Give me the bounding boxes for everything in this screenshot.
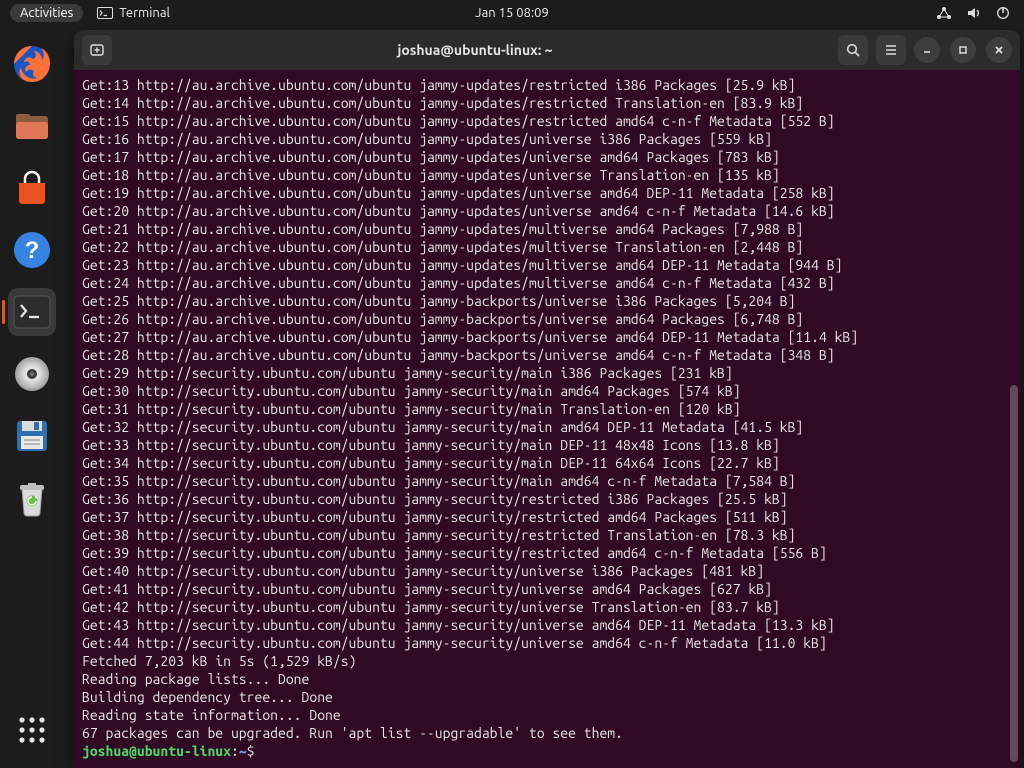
app-menu[interactable]: Terminal: [97, 6, 170, 20]
dock: ?: [0, 26, 64, 768]
window-close-button[interactable]: [986, 37, 1012, 63]
dock-disks[interactable]: [8, 350, 56, 398]
terminal-headerbar: joshua@ubuntu-linux: ~: [74, 30, 1020, 70]
dock-trash[interactable]: [8, 474, 56, 522]
new-tab-button[interactable]: [82, 35, 112, 65]
terminal-scrollbar[interactable]: [1010, 76, 1018, 762]
network-icon[interactable]: [936, 6, 952, 20]
scrollbar-thumb[interactable]: [1010, 385, 1018, 762]
dock-help[interactable]: ?: [8, 226, 56, 274]
app-menu-label: Terminal: [119, 6, 170, 20]
dock-firefox[interactable]: [8, 40, 56, 88]
dock-files[interactable]: [8, 102, 56, 150]
apps-grid-button[interactable]: [8, 706, 56, 754]
terminal-output: Get:13 http://au.archive.ubuntu.com/ubun…: [82, 76, 1012, 742]
terminal-prompt-line: joshua@ubuntu-linux:~$: [82, 742, 1012, 760]
gnome-topbar: Activities Terminal Jan 15 08:09: [0, 0, 1024, 26]
terminal-indicator-icon: [97, 7, 113, 19]
window-title: joshua@ubuntu-linux: ~: [120, 42, 830, 58]
window-maximize-button[interactable]: [950, 37, 976, 63]
search-button[interactable]: [838, 35, 868, 65]
power-icon[interactable]: [996, 6, 1010, 20]
dock-save-tool[interactable]: [8, 412, 56, 460]
clock[interactable]: Jan 15 08:09: [475, 6, 549, 20]
dock-terminal[interactable]: [8, 288, 56, 336]
hamburger-menu-button[interactable]: [876, 35, 906, 65]
activities-button[interactable]: Activities: [10, 4, 83, 22]
volume-icon[interactable]: [966, 6, 982, 20]
terminal-viewport[interactable]: Get:13 http://au.archive.ubuntu.com/ubun…: [74, 70, 1020, 768]
window-minimize-button[interactable]: [914, 37, 940, 63]
terminal-window: joshua@ubuntu-linux: ~ Get:13 http://au.…: [74, 30, 1020, 768]
svg-text:?: ?: [25, 237, 40, 264]
dock-software[interactable]: [8, 164, 56, 212]
